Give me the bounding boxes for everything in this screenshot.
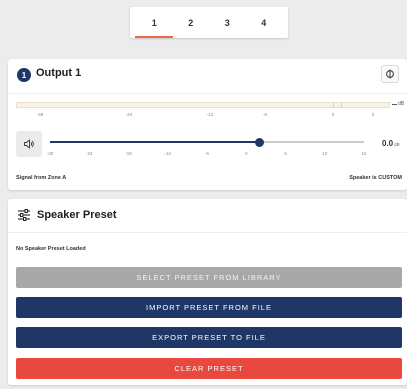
volume-slider-fill [50, 141, 260, 143]
output-number-badge: 1 [17, 68, 31, 82]
slider-scale-label: -12 [164, 151, 172, 156]
tab-output-3[interactable]: 3 [212, 7, 242, 38]
slider-scale-label: -30 [46, 151, 54, 156]
sliders-icon [18, 209, 30, 221]
speaker-volume-icon [24, 139, 34, 149]
tab-output-4[interactable]: 4 [249, 7, 279, 38]
export-preset-button[interactable]: EXPORT PRESET TO FILE [16, 327, 402, 348]
output-header: 1 Output 1 [8, 59, 407, 93]
speaker-preset-card: Speaker Preset No Speaker Preset Loaded … [8, 199, 407, 385]
output-card: 1 Output 1 dB 0.0dB Signal from Zone A S… [8, 59, 407, 190]
divider [8, 93, 407, 94]
divider [8, 232, 407, 233]
slider-scale-label: 6 [284, 151, 287, 156]
slider-scale-label: -18 [125, 151, 132, 156]
tab-output-2[interactable]: 2 [176, 7, 206, 38]
tab-output-1[interactable]: 1 [135, 7, 174, 38]
meter-scale-label: -6 [262, 112, 268, 117]
signal-source-label: Signal from Zone A [16, 175, 67, 181]
slider-scale-label: -6 [204, 151, 210, 156]
clear-preset-button[interactable]: CLEAR PRESET [16, 358, 402, 379]
slider-scale-label: 0 [244, 151, 248, 156]
meter-scale-label: 0 [331, 112, 335, 117]
select-preset-button[interactable]: SELECT PRESET FROM LIBRARY [16, 267, 402, 288]
preset-status: No Speaker Preset Loaded [16, 246, 86, 252]
volume-readout: 0.0dB [382, 139, 400, 148]
preset-title: Speaker Preset [37, 209, 117, 221]
meter-scale-label: -12 [206, 112, 214, 117]
phase-invert-icon [386, 69, 394, 79]
volume-slider[interactable] [50, 137, 364, 147]
slider-scale-label: 15 [361, 151, 367, 156]
output-tabs: 1 2 3 4 [130, 7, 288, 38]
import-preset-button[interactable]: IMPORT PRESET FROM FILE [16, 297, 402, 318]
slider-scale-label: -24 [85, 151, 93, 156]
meter-scale-label: 3 [371, 112, 375, 117]
meter-unit: dB [392, 101, 404, 107]
volume-slider-thumb[interactable] [254, 137, 264, 147]
meter-scale-label: -48 [36, 112, 44, 117]
level-meter [16, 102, 390, 108]
output-title: Output 1 [36, 67, 82, 79]
speaker-type-label: Speaker is CUSTOM [349, 175, 402, 181]
meter-scale-label: -24 [125, 112, 133, 117]
mute-button[interactable] [16, 131, 42, 157]
slider-scale-label: 12 [322, 151, 328, 156]
phase-invert-button[interactable] [381, 65, 399, 83]
